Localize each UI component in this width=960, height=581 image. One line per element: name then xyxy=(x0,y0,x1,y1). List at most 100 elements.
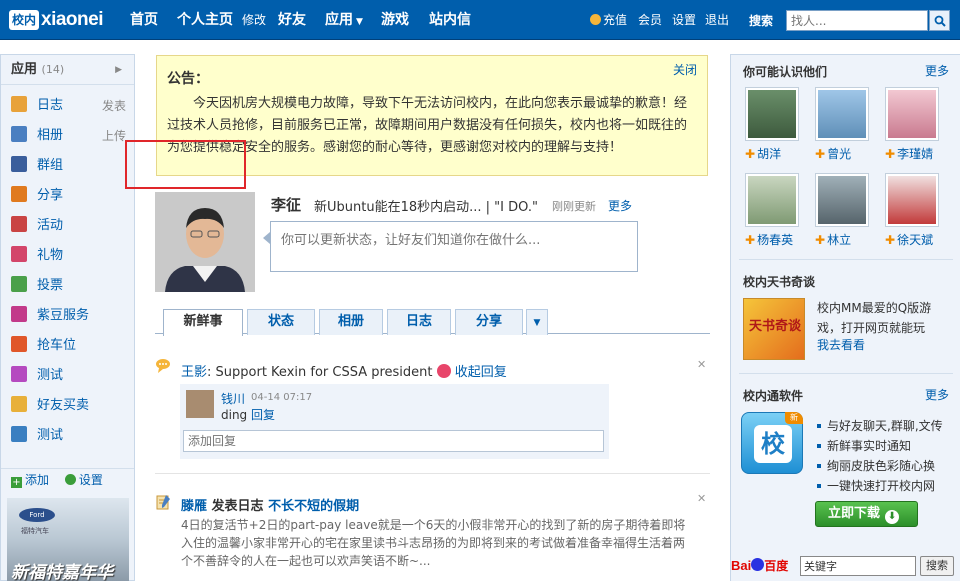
journal-title-link[interactable]: 不长不短的假期 xyxy=(268,499,359,514)
add-friend-link[interactable]: ✚ 杨春英 xyxy=(745,231,799,248)
app-settings-link[interactable]: 设置 xyxy=(64,473,103,487)
feed-user-link[interactable]: 滕雁 xyxy=(181,499,207,514)
vote-icon xyxy=(11,276,27,292)
baidu-paw-icon xyxy=(751,558,765,571)
sidebar-app-label: 投票 xyxy=(37,278,64,293)
sidebar-app-action[interactable]: 发表 xyxy=(102,96,126,116)
profile-name[interactable]: 李征 xyxy=(271,194,301,215)
settings-link[interactable]: 设置 xyxy=(672,0,696,40)
sidebar-app-item[interactable]: 测试 xyxy=(11,366,126,386)
baidu-search-button[interactable]: 搜索 xyxy=(920,556,954,576)
baidu-logo-cn: 百度 xyxy=(764,559,789,573)
chevron-down-icon: ▼ xyxy=(533,318,541,328)
feed-close-icon[interactable]: ✕ xyxy=(697,492,706,505)
friend-suggestion[interactable]: ✚ 徐天斌 xyxy=(885,173,939,248)
sidebar-app-item[interactable]: 活动 xyxy=(11,216,126,236)
reply-link[interactable]: 回复 xyxy=(251,408,275,422)
nav-profile[interactable]: 个人主页 xyxy=(177,0,233,40)
friend-photo[interactable] xyxy=(885,87,939,141)
friend-photo[interactable] xyxy=(815,173,869,227)
game-link[interactable]: 我去看看 xyxy=(817,336,865,353)
ford-ad-banner[interactable]: Ford 福特汽车 新福特嘉年华 xyxy=(7,498,129,581)
add-app-link[interactable]: + 添加 xyxy=(11,473,49,488)
feed-user-link[interactable]: 王影 xyxy=(181,365,207,380)
nav-apps[interactable]: 应用 ▼ xyxy=(325,0,363,40)
add-reply-input[interactable] xyxy=(183,430,604,452)
add-friend-link[interactable]: ✚ 林立 xyxy=(815,231,869,248)
baidu-logo[interactable]: Bai 百度 xyxy=(731,557,788,574)
chevron-right-icon[interactable]: ▶ xyxy=(115,55,122,85)
game-cover-image[interactable]: 天书奇谈 xyxy=(743,298,805,360)
pymk-more-link[interactable]: 更多 xyxy=(925,62,949,79)
add-friend-link[interactable]: ✚ 李瑾婧 xyxy=(885,145,939,162)
reply-user-link[interactable]: 钱川 xyxy=(221,390,245,407)
add-friend-link[interactable]: ✚ 徐天斌 xyxy=(885,231,939,248)
tab-share[interactable]: 分享 xyxy=(455,309,523,335)
ford-logo: Ford xyxy=(19,508,55,522)
sidebar-app-item[interactable]: 紫豆服务 xyxy=(11,306,126,326)
sidebar-app-item[interactable]: 分享 xyxy=(11,186,126,206)
friend-suggestion[interactable]: ✚ 曾光 xyxy=(815,87,869,162)
im-software-icon[interactable]: 校新 xyxy=(741,412,803,474)
status-more-link[interactable]: 更多 xyxy=(608,197,632,214)
sidebar-app-item[interactable]: 日志 发表 xyxy=(11,96,126,116)
download-button[interactable]: 立即下载 ⬇ xyxy=(815,501,918,527)
friend-suggestion[interactable]: ✚ 杨春英 xyxy=(745,173,799,248)
friend-suggestion[interactable]: ✚ 李瑾婧 xyxy=(885,87,939,162)
im-feature-item: 一键快速打开校内网 xyxy=(817,477,935,494)
friend-suggestion[interactable]: ✚ 胡洋 xyxy=(745,87,799,162)
search-input[interactable] xyxy=(786,10,928,31)
sidebar-app-item[interactable]: 好友买卖 xyxy=(11,396,126,416)
sidebar-app-action[interactable]: 上传 xyxy=(102,126,126,146)
im-more-link[interactable]: 更多 xyxy=(925,386,949,403)
sidebar-app-label: 测试 xyxy=(37,368,64,383)
collapse-replies-link[interactable]: 收起回复 xyxy=(455,365,507,380)
feed-divider xyxy=(155,473,710,474)
tab-more-dropdown[interactable]: ▼ xyxy=(526,309,548,335)
search-label: 搜索 xyxy=(749,14,774,28)
im-feature-item: 与好友聊天,群聊,文传 xyxy=(817,417,943,434)
pymk-title: 你可能认识他们 xyxy=(743,65,828,79)
friend-photo[interactable] xyxy=(745,173,799,227)
status-update-input[interactable] xyxy=(270,221,638,272)
search-button[interactable] xyxy=(929,10,950,31)
sidebar-app-item[interactable]: 投票 xyxy=(11,276,126,296)
profile-avatar[interactable] xyxy=(155,192,255,292)
tab-status[interactable]: 状态 xyxy=(247,309,315,335)
friend-photo[interactable] xyxy=(815,87,869,141)
friend-suggestion[interactable]: ✚ 林立 xyxy=(815,173,869,248)
sidebar-app-item[interactable]: 抢车位 xyxy=(11,336,126,356)
add-friend-link[interactable]: ✚ 曾光 xyxy=(815,145,869,162)
logout-link[interactable]: 退出 xyxy=(705,0,729,40)
reply-avatar[interactable] xyxy=(186,390,214,418)
add-friend-link[interactable]: ✚ 胡洋 xyxy=(745,145,799,162)
nav-messages[interactable]: 站内信 xyxy=(429,0,471,40)
recharge-link[interactable]: 充值 xyxy=(590,0,627,40)
tab-journal[interactable]: 日志 xyxy=(387,309,451,335)
xiaonei-logo[interactable]: 校内 xiaonei xyxy=(9,7,103,32)
friend-photo[interactable] xyxy=(745,87,799,141)
nav-home[interactable]: 首页 xyxy=(130,0,158,40)
left-sidebar: 应用 (14) ▶ 日志 发表 相册 上传 群组 分享 活动 礼物 投票 紫豆服务 抢车位 测试 好友买… xyxy=(0,54,135,581)
baidu-search-input[interactable] xyxy=(800,556,916,576)
nav-friends[interactable]: 好友 xyxy=(278,0,306,40)
section-divider xyxy=(739,259,953,260)
tab-news-feed[interactable]: 新鲜事 xyxy=(163,309,243,336)
person-photo-icon xyxy=(155,192,255,292)
sidebar-app-item[interactable]: 测试 xyxy=(11,426,126,446)
feed-close-icon[interactable]: ✕ xyxy=(697,358,706,371)
sidebar-app-item[interactable]: 群组 xyxy=(11,156,126,176)
nav-edit[interactable]: 修改 xyxy=(242,0,266,40)
nav-games[interactable]: 游戏 xyxy=(381,0,409,40)
vip-link[interactable]: 会员 xyxy=(638,0,662,40)
sidebar-app-item[interactable]: 相册 上传 xyxy=(11,126,126,146)
announcement-close-link[interactable]: 关闭 xyxy=(673,61,697,78)
purple-bean-icon xyxy=(11,306,27,322)
feed-action-text: 发表日志 xyxy=(211,499,264,514)
logo-text: xiaonei xyxy=(41,8,103,30)
friend-photo[interactable] xyxy=(885,173,939,227)
sidebar-app-item[interactable]: 礼物 xyxy=(11,246,126,266)
tab-album[interactable]: 相册 xyxy=(319,309,383,335)
nav-apps-label: 应用 xyxy=(325,12,353,28)
im-feature-item: 新鲜事实时通知 xyxy=(817,437,911,454)
